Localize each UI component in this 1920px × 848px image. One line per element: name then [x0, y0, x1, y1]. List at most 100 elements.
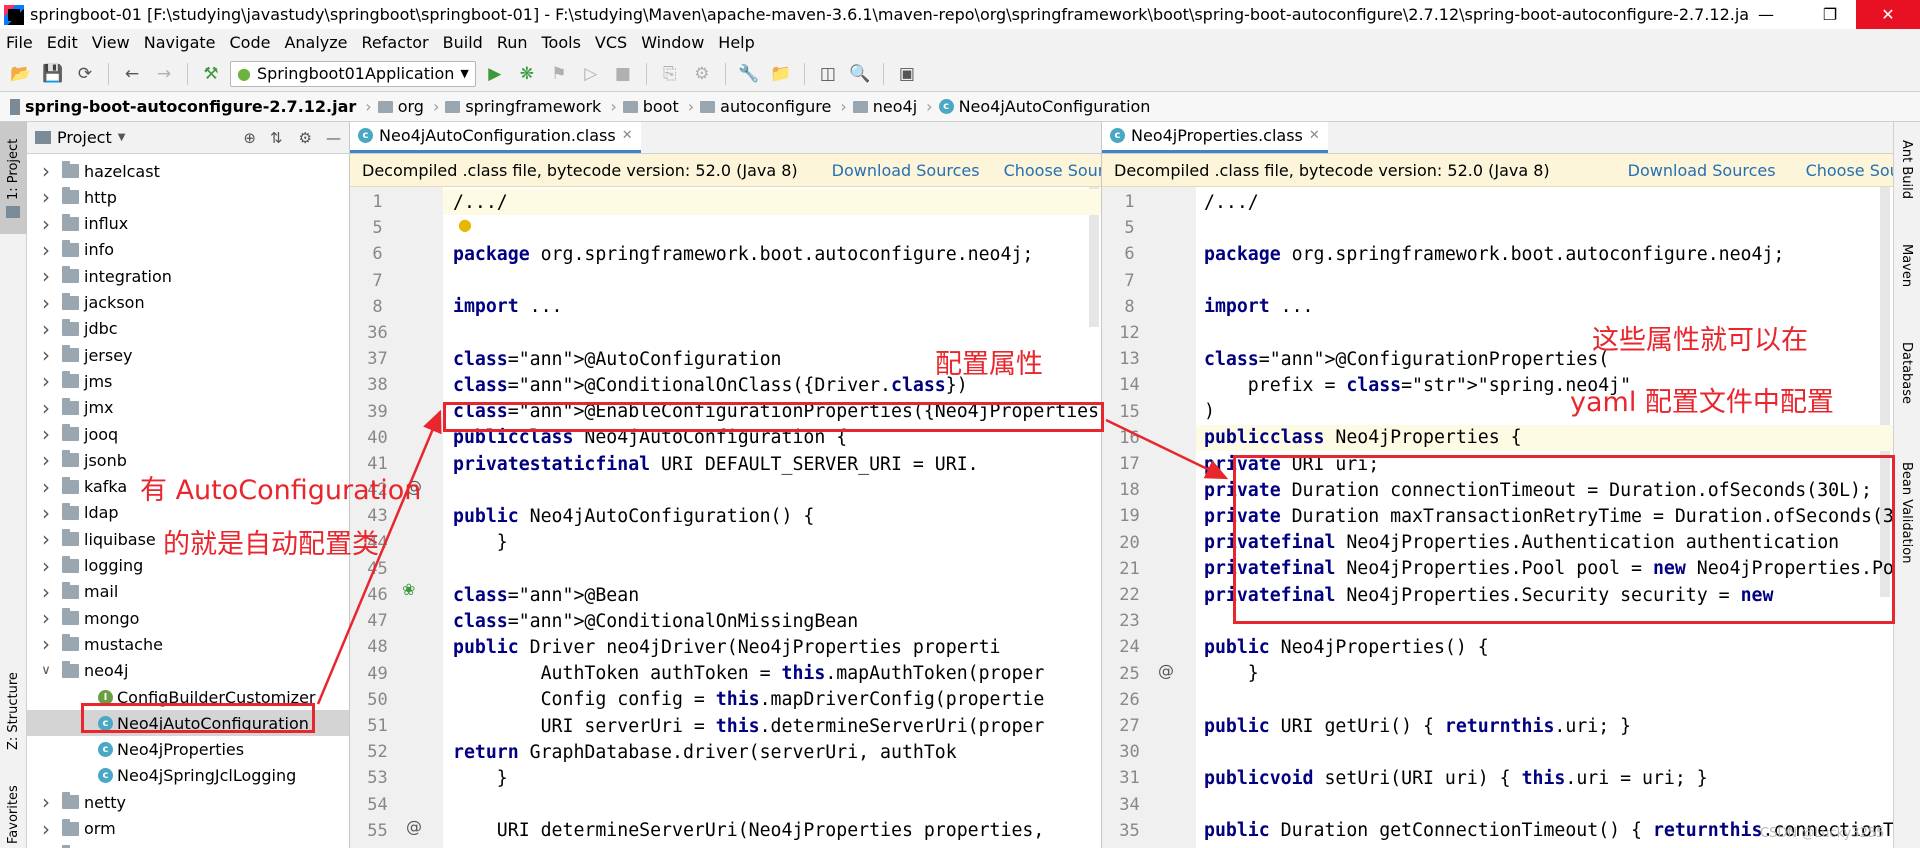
open-folder-icon[interactable]: 📂	[8, 61, 34, 87]
tree-item-jdbc[interactable]: › jdbc	[27, 316, 349, 342]
chevron-right-icon[interactable]: ›	[39, 501, 53, 525]
chevron-right-icon[interactable]: ›	[39, 817, 53, 841]
project-view-selector[interactable]: Project	[57, 128, 112, 147]
tree-item-info[interactable]: › info	[27, 237, 349, 263]
chevron-right-icon[interactable]: ›	[39, 580, 53, 604]
menu-navigate[interactable]: Navigate	[144, 33, 216, 52]
chevron-down-icon[interactable]: ∨	[39, 663, 53, 678]
spring-bean-gutter-icon[interactable]: ❀	[402, 580, 415, 599]
run-icon[interactable]: ▶	[482, 61, 508, 87]
chevron-right-icon[interactable]: ›	[39, 212, 53, 236]
menu-tools[interactable]: Tools	[542, 33, 581, 52]
tree-item-http[interactable]: › http	[27, 184, 349, 210]
menu-file[interactable]: File	[6, 33, 33, 52]
chevron-right-icon[interactable]: ›	[39, 185, 53, 209]
chevron-right-icon[interactable]: ›	[39, 317, 53, 341]
download-sources-link[interactable]: Download Sources	[1628, 161, 1776, 180]
structure-tool-label[interactable]: Z: Structure	[6, 672, 21, 750]
run-configuration-select[interactable]: ● Springboot01Application ▼	[230, 60, 476, 87]
chevron-right-icon[interactable]: ›	[39, 291, 53, 315]
breadcrumb-neo4j[interactable]: neo4j ›	[852, 97, 933, 116]
tree-item-quartz[interactable]: ›quartz	[27, 842, 349, 848]
chevron-right-icon[interactable]: ›	[39, 422, 53, 446]
tab-neo4j-auto-configuration[interactable]: c Neo4jAutoConfiguration.class ✕	[350, 122, 641, 153]
vcs-operations-icon[interactable]: ▣	[894, 61, 920, 87]
project-structure-icon[interactable]: 📁	[768, 61, 794, 87]
minimize-panel-icon[interactable]: —	[326, 129, 341, 147]
close-icon[interactable]: ✕	[1309, 128, 1320, 143]
chevron-down-icon[interactable]: ▼	[118, 132, 126, 143]
breadcrumb-autoconfigure[interactable]: autoconfigure ›	[700, 97, 847, 116]
chevron-right-icon[interactable]: ›	[39, 527, 53, 551]
menu-vcs[interactable]: VCS	[595, 33, 627, 52]
project-tool-label[interactable]: 1: Project	[6, 139, 21, 200]
menu-edit[interactable]: Edit	[47, 33, 78, 52]
tree-item-jersey[interactable]: › jersey	[27, 342, 349, 368]
breadcrumb-boot[interactable]: boot ›	[622, 97, 694, 116]
coverage-icon[interactable]: ⚑	[546, 61, 572, 87]
close-button[interactable]: ✕	[1856, 0, 1920, 29]
chevron-right-icon[interactable]: ›	[39, 369, 53, 393]
stop-icon[interactable]: ■	[610, 61, 636, 87]
update-icon[interactable]: ⎘	[657, 61, 683, 87]
tree-item-influx[interactable]: › influx	[27, 211, 349, 237]
tree-item-neo4j[interactable]: ∨ neo4j	[27, 658, 349, 684]
database-tool-label[interactable]: Database	[1899, 342, 1914, 404]
code-area[interactable]: 1 /.../ 5 6 package org.springframework.boot…	[350, 187, 1101, 848]
chevron-right-icon[interactable]: ›	[39, 264, 53, 288]
sync-icon[interactable]: ⟳	[72, 61, 98, 87]
menu-analyze[interactable]: Analyze	[284, 33, 347, 52]
breadcrumb-org[interactable]: org ›	[377, 97, 439, 116]
terminal-icon[interactable]: ◫	[815, 61, 841, 87]
debug-icon[interactable]: ❋	[514, 61, 540, 87]
lightbulb-icon[interactable]: ●	[458, 215, 472, 234]
attach-icon[interactable]: ⚙	[689, 61, 715, 87]
back-arrow-icon[interactable]: ←	[119, 61, 145, 87]
chevron-right-icon[interactable]: ›	[39, 606, 53, 630]
locate-target-icon[interactable]: ⊕	[243, 129, 256, 147]
favorites-tool-label[interactable]: Favorites	[6, 785, 21, 844]
bean-validation-tool-label[interactable]: Bean Validation	[1899, 462, 1914, 563]
menu-view[interactable]: View	[92, 33, 130, 52]
tree-item-orm[interactable]: › orm	[27, 816, 349, 842]
tree-item-netty[interactable]: › netty	[27, 789, 349, 815]
tree-item-integration[interactable]: › integration	[27, 263, 349, 289]
forward-arrow-icon[interactable]: →	[151, 61, 177, 87]
menu-window[interactable]: Window	[641, 33, 704, 52]
profile-icon[interactable]: ▷	[578, 61, 604, 87]
tab-neo4j-properties[interactable]: c Neo4jProperties.class ✕	[1102, 122, 1328, 153]
search-icon[interactable]: 🔍	[847, 61, 873, 87]
maven-tool-label[interactable]: Maven	[1899, 244, 1914, 287]
menu-code[interactable]: Code	[230, 33, 271, 52]
menu-refactor[interactable]: Refactor	[362, 33, 429, 52]
chevron-right-icon[interactable]: ›	[39, 632, 53, 656]
chevron-right-icon[interactable]: ›	[39, 554, 53, 578]
override-gutter-icon[interactable]: @	[1158, 661, 1174, 680]
chevron-right-icon[interactable]: ›	[39, 396, 53, 420]
breadcrumb-springframework[interactable]: springframework ›	[445, 97, 617, 116]
tree-item-hazelcast[interactable]: › hazelcast	[27, 158, 349, 184]
wrench-settings-icon[interactable]: 🔧	[736, 61, 762, 87]
chevron-right-icon[interactable]: ›	[39, 448, 53, 472]
breadcrumb-jar[interactable]: spring-boot-autoconfigure-2.7.12.jar ›	[10, 97, 372, 116]
tree-item-jmx[interactable]: › jmx	[27, 395, 349, 421]
choose-sources-link[interactable]: Choose Sources...	[1806, 161, 1893, 180]
menu-run[interactable]: Run	[497, 33, 528, 52]
download-sources-link[interactable]: Download Sources	[832, 161, 980, 180]
close-icon[interactable]: ✕	[622, 128, 633, 143]
override-gutter-icon[interactable]: @	[406, 817, 422, 836]
tree-item-jackson[interactable]: › jackson	[27, 290, 349, 316]
chevron-right-icon[interactable]: ›	[39, 343, 53, 367]
chevron-right-icon[interactable]: ›	[39, 790, 53, 814]
chevron-right-icon[interactable]: ›	[39, 159, 53, 183]
maximize-button[interactable]: ❐	[1798, 0, 1862, 29]
tree-item-mustache[interactable]: › mustache	[27, 631, 349, 657]
choose-sources-link[interactable]: Choose Sources...	[1004, 161, 1101, 180]
gear-icon[interactable]: ⚙	[299, 129, 312, 147]
ant-build-tool-label[interactable]: Ant Build	[1899, 140, 1914, 199]
tree-item-neo4jproperties[interactable]: c Neo4jProperties	[27, 737, 349, 763]
tree-item-neo4jspringjcllogging[interactable]: c Neo4jSpringJclLogging	[27, 763, 349, 789]
chevron-right-icon[interactable]: ›	[39, 843, 53, 848]
tree-item-jms[interactable]: › jms	[27, 368, 349, 394]
menu-build[interactable]: Build	[443, 33, 483, 52]
